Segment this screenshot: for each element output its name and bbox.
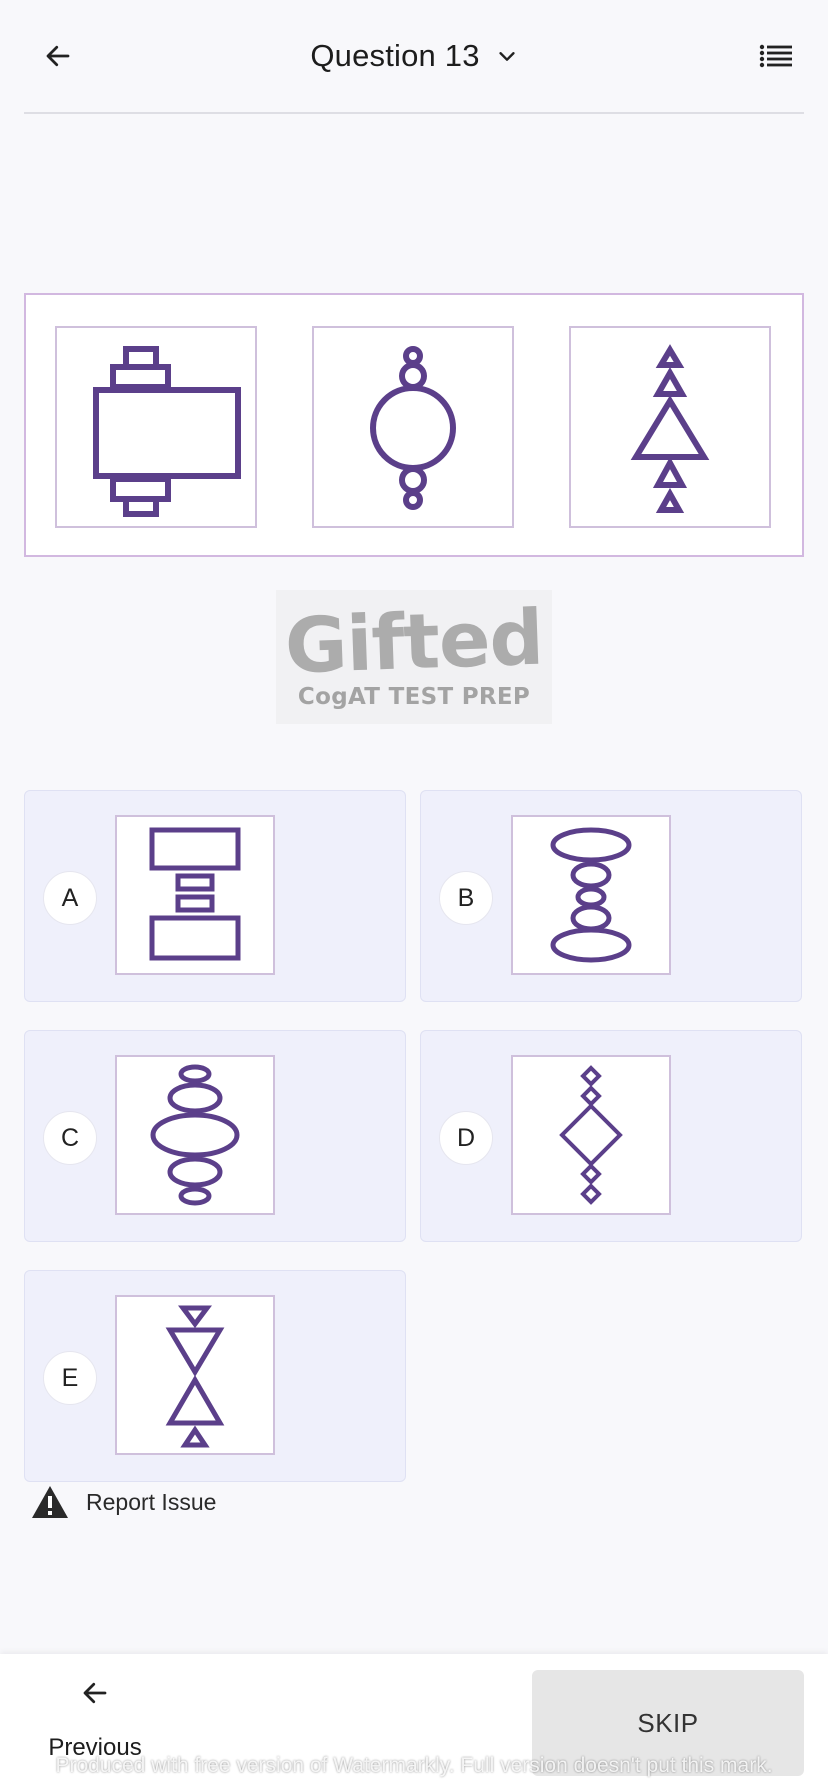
gifted-logo: Gifted CogAT TEST PREP [276, 590, 552, 724]
option-letter-badge: D [439, 1111, 493, 1165]
rectangle-stack-figure [93, 346, 241, 517]
option-letter-badge: E [43, 1351, 97, 1405]
skip-label: SKIP [637, 1707, 699, 1738]
header-divider [24, 112, 804, 114]
option-figure-frame [115, 1055, 275, 1215]
page-title[interactable]: Question 13 [310, 38, 479, 74]
question-figure-panel [24, 293, 804, 557]
chevron-down-icon[interactable] [496, 45, 518, 67]
previous-label: Previous [48, 1734, 142, 1761]
report-issue-label: Report Issue [86, 1488, 217, 1515]
diamond-stack-figure [559, 1065, 623, 1205]
warning-icon [32, 1486, 68, 1518]
inverted-triangle-figure [165, 1305, 225, 1448]
option-letter-badge: C [43, 1111, 97, 1165]
arrow-left-icon [46, 45, 70, 67]
circle-stack-figure [370, 346, 456, 510]
question-list-icon [759, 44, 792, 68]
question-figure-1 [55, 326, 257, 528]
previous-button[interactable]: Previous [40, 1678, 150, 1778]
ellipse-symmetric-figure [150, 1064, 240, 1206]
option-letter-badge: A [43, 871, 97, 925]
option-d[interactable]: D [420, 1030, 802, 1242]
question-list-button[interactable] [752, 34, 800, 78]
option-figure-frame [115, 815, 275, 975]
option-figure-frame [511, 1055, 671, 1215]
ellipse-stack-figure [550, 827, 632, 963]
question-figure-2 [312, 326, 514, 528]
triangle-stack-figure [630, 344, 710, 513]
logo-wordmark: Gifted [283, 592, 545, 691]
option-c[interactable]: C [24, 1030, 406, 1242]
question-figure-3 [569, 326, 771, 528]
bottom-navigation-bar: Previous SKIP Produced with free version… [0, 1654, 828, 1792]
report-issue-link[interactable]: Report Issue [30, 1482, 216, 1522]
option-e[interactable]: E [24, 1270, 406, 1482]
option-b[interactable]: B [420, 790, 802, 1002]
option-figure-frame [511, 815, 671, 975]
arrow-left-icon [83, 1682, 107, 1704]
back-button[interactable] [36, 34, 80, 78]
option-letter-badge: B [439, 871, 493, 925]
rectangle-stack-figure [149, 827, 241, 961]
option-figure-frame [115, 1295, 275, 1455]
question-selector: Question 13 [0, 30, 828, 82]
skip-button[interactable]: SKIP [532, 1670, 804, 1776]
option-a[interactable]: A [24, 790, 406, 1002]
